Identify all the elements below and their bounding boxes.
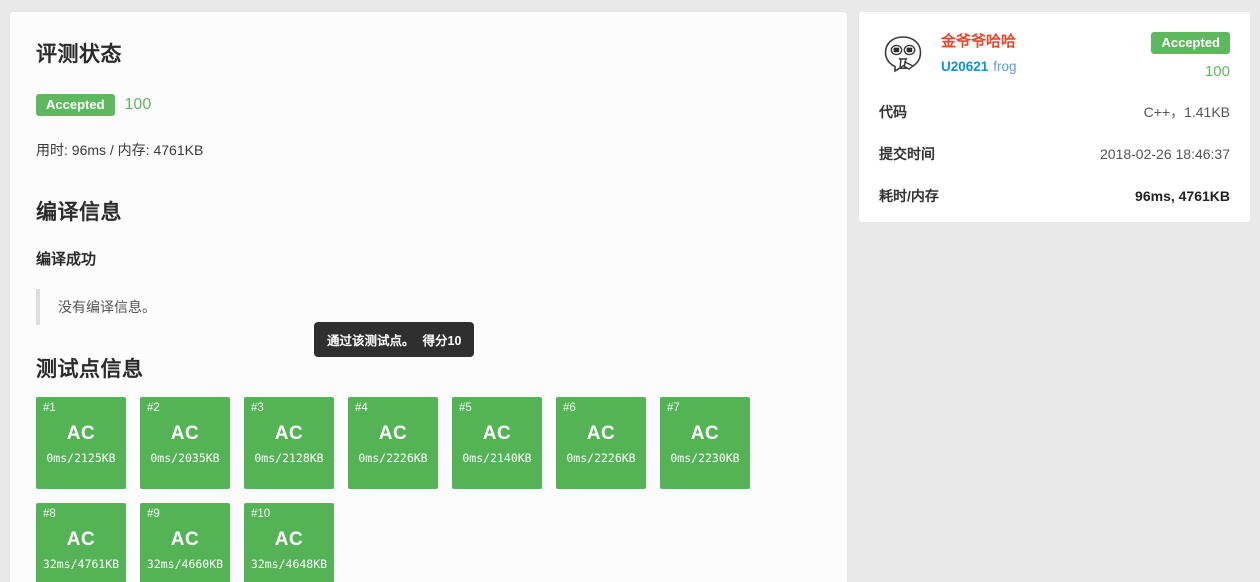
detail-key: 耗时/内存 [879, 188, 939, 204]
test-point-meta: 32ms/4660KB [146, 557, 224, 571]
test-point-state: AC [378, 423, 408, 444]
test-point-card[interactable]: #1 AC 0ms/2125KB [36, 397, 126, 489]
test-point-id: #7 [667, 402, 680, 414]
test-point-id: #3 [251, 402, 264, 414]
test-point-meta: 0ms/2128KB [254, 451, 324, 465]
test-point-state: AC [482, 423, 512, 444]
test-point-id: #2 [147, 402, 160, 414]
test-point-meta: 0ms/2230KB [670, 451, 740, 465]
status-badge: Accepted [36, 94, 115, 116]
test-point-state: AC [170, 529, 200, 550]
compile-info-title: 编译信息 [36, 201, 122, 224]
test-points-grid: #1 AC 0ms/2125KB #2 AC 0ms/2035KB #3 AC 0ms/2128… [36, 397, 776, 582]
test-point-meta: 0ms/2226KB [358, 451, 428, 465]
test-point-meta: 32ms/4761KB [42, 557, 120, 571]
test-point-meta: 0ms/2125KB [46, 451, 116, 465]
status-score: 100 [124, 96, 152, 113]
test-point-card[interactable]: #5 AC 0ms/2140KB [452, 397, 542, 489]
test-point-id: #1 [43, 402, 56, 414]
funny-face-icon [879, 30, 927, 78]
test-point-card[interactable]: #6 AC 0ms/2226KB [556, 397, 646, 489]
test-point-state: AC [274, 529, 304, 550]
test-point-id: #5 [459, 402, 472, 414]
test-point-card[interactable]: #10 AC 32ms/4648KB [244, 503, 334, 582]
test-point-tooltip: 通过该测试点。 得分10 [314, 322, 475, 357]
user-display-name[interactable]: 金爷爷哈哈 [941, 31, 1151, 54]
avatar[interactable] [879, 30, 927, 78]
submission-details: 代码 C++，1.41KB 提交时间 2018-02-26 18:46:37 耗时/内存… [879, 102, 1230, 206]
sidebar-status: Accepted 100 [1151, 30, 1230, 80]
test-point-id: #8 [43, 508, 56, 520]
user-handle[interactable]: frog [993, 59, 1016, 74]
tooltip-score: 得分10 [422, 334, 462, 348]
test-point-meta: 0ms/2226KB [566, 451, 636, 465]
test-point-state: AC [170, 423, 200, 444]
test-point-card[interactable]: #8 AC 32ms/4761KB [36, 503, 126, 582]
submission-summary-card: 金爷爷哈哈 U20621 frog Accepted 100 代码 C++，1.41… [859, 12, 1250, 222]
test-points-title: 测试点信息 [36, 358, 144, 381]
test-point-id: #9 [147, 508, 160, 520]
detail-value: 96ms, 4761KB [1135, 188, 1230, 204]
test-point-id: #6 [563, 402, 576, 414]
test-point-meta: 0ms/2140KB [462, 451, 532, 465]
user-row: 金爷爷哈哈 U20621 frog Accepted 100 [879, 30, 1230, 80]
test-point-meta: 32ms/4648KB [250, 557, 328, 571]
detail-value: C++，1.41KB [1143, 104, 1230, 120]
test-point-card[interactable]: #9 AC 32ms/4660KB [140, 503, 230, 582]
user-names: 金爷爷哈哈 U20621 frog [941, 30, 1151, 76]
test-point-state: AC [66, 423, 96, 444]
detail-row: 提交时间 2018-02-26 18:46:37 [879, 144, 1230, 164]
test-point-card[interactable]: #2 AC 0ms/2035KB [140, 397, 230, 489]
detail-value: 2018-02-26 18:46:37 [1100, 146, 1230, 162]
usage-summary: 用时: 96ms / 内存: 4761KB [36, 142, 204, 158]
compile-status: 编译成功 [36, 251, 97, 268]
page-title: 评测状态 [36, 43, 122, 66]
test-point-state: AC [66, 529, 96, 550]
test-point-state: AC [274, 423, 304, 444]
sidebar-score: 100 [1204, 63, 1230, 80]
status-summary: Accepted 100 [36, 94, 821, 116]
test-point-state: AC [586, 423, 616, 444]
test-point-id: #4 [355, 402, 368, 414]
user-identity: U20621 frog [941, 58, 1151, 77]
judge-result-card: 评测状态 Accepted 100 用时: 96ms / 内存: 4761KB … [10, 12, 847, 582]
detail-key: 提交时间 [879, 146, 935, 162]
tooltip-text: 通过该测试点。 [327, 334, 415, 348]
test-point-card[interactable]: #4 AC 0ms/2226KB [348, 397, 438, 489]
test-point-card[interactable]: #3 AC 0ms/2128KB [244, 397, 334, 489]
detail-row: 耗时/内存 96ms, 4761KB [879, 186, 1230, 206]
test-point-card[interactable]: #7 AC 0ms/2230KB [660, 397, 750, 489]
compile-message: 没有编译信息。 [36, 289, 821, 325]
page-root: 评测状态 Accepted 100 用时: 96ms / 内存: 4761KB … [0, 0, 1260, 582]
user-uid[interactable]: U20621 [941, 59, 988, 74]
test-point-meta: 0ms/2035KB [150, 451, 220, 465]
detail-row: 代码 C++，1.41KB [879, 102, 1230, 122]
test-point-id: #10 [251, 508, 271, 520]
sidebar-status-badge: Accepted [1151, 32, 1230, 54]
detail-key: 代码 [879, 104, 907, 120]
test-point-state: AC [690, 423, 720, 444]
